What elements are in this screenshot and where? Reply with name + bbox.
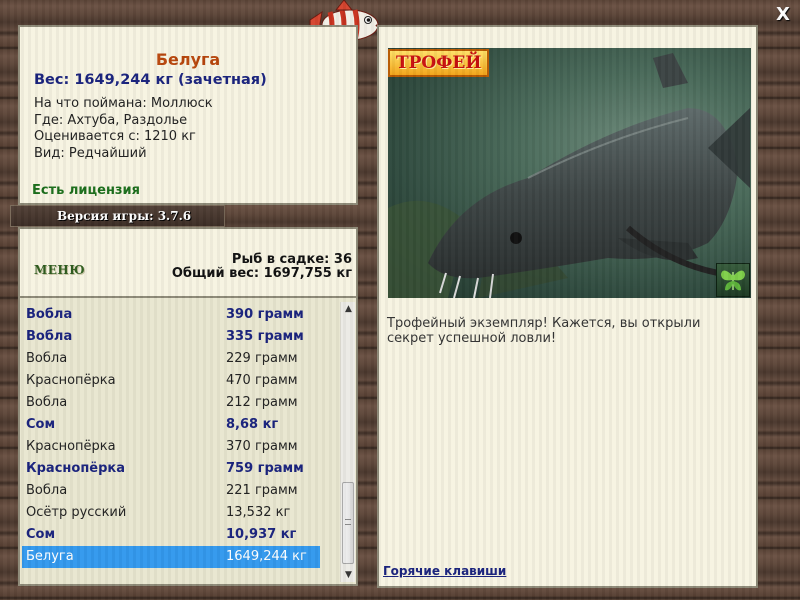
fish-weight: Вес: 1649,244 кг (зачетная) — [34, 72, 267, 88]
catch-list-item[interactable]: Белуга 1649,244 кг — [22, 546, 320, 568]
catch-fish-name: Краснопёрка — [26, 373, 116, 388]
butterfly-icon — [721, 270, 745, 291]
catch-fish-weight: 212 грамм — [226, 395, 298, 410]
catch-list-item[interactable]: Сом 8,68 кг — [22, 414, 320, 436]
hotkeys-link[interactable]: Горячие клавиши — [383, 564, 506, 578]
total-weight: Общий вес: 1697,755 кг — [171, 266, 352, 281]
catch-list-item[interactable]: Вобла 390 грамм — [22, 304, 320, 326]
catch-list-item[interactable]: Вобла 221 грамм — [22, 480, 320, 502]
catch-fish-name: Осётр русский — [26, 505, 127, 520]
catch-list-item[interactable]: Краснопёрка 470 грамм — [22, 370, 320, 392]
catch-fish-weight: 759 грамм — [226, 461, 304, 476]
catch-fish-weight: 13,532 кг — [226, 505, 291, 520]
catch-fish-weight: 8,68 кг — [226, 417, 279, 432]
thumb-grip-icon — [345, 519, 351, 525]
catch-fish-weight: 370 грамм — [226, 439, 298, 454]
fish-photo: ТРОФЕЙ — [388, 48, 751, 298]
catch-fish-weight: 229 грамм — [226, 351, 298, 366]
location-text: Где: Ахтуба, Раздолье — [34, 112, 188, 128]
catch-fish-weight: 335 грамм — [226, 329, 304, 344]
catch-list-item[interactable]: Осётр русский 13,532 кг — [22, 502, 320, 524]
catch-fish-name: Вобла — [26, 483, 68, 498]
beluga-image — [388, 53, 750, 298]
catch-stats: Рыб в садке: 36 Общий вес: 1697,755 кг — [172, 253, 352, 281]
catch-fish-weight: 1649,244 кг — [226, 549, 307, 564]
fish-detail-panel: ТРОФЕЙ Трофейный экземпляр! Кажется, вы … — [377, 25, 758, 588]
trophy-description: Трофейный экземпляр! Кажется, вы открыли… — [387, 316, 701, 346]
catch-list-item[interactable]: Сом 10,937 кг — [22, 524, 320, 546]
fish-details: На что поймана: Моллюск Где: Ахтуба, Раз… — [34, 96, 213, 162]
estimated-text: Оценивается с: 1210 кг — [34, 129, 196, 144]
fish-title: Белуга — [155, 50, 221, 69]
catch-fish-name: Вобла — [26, 307, 73, 322]
catch-fish-name: Вобла — [26, 351, 68, 366]
close-button[interactable]: X — [772, 4, 794, 26]
menu-button[interactable]: МЕНЮ — [34, 263, 85, 277]
catch-list-panel: Вобла 390 грамм Вобла 335 грамм Вобла 229 гра… — [18, 296, 358, 586]
catch-list-item[interactable]: Вобла 212 грамм — [22, 392, 320, 414]
rarity-text: Вид: Редчайший — [34, 145, 147, 161]
catch-fish-weight: 470 грамм — [226, 373, 298, 388]
catch-fish-name: Краснопёрка — [26, 439, 116, 454]
caught-on-text: На что поймана: Моллюск — [34, 96, 213, 111]
catch-list-item[interactable]: Краснопёрка 370 грамм — [22, 436, 320, 458]
catch-list-item[interactable]: Краснопёрка 759 грамм — [22, 458, 320, 480]
scroll-thumb[interactable] — [342, 482, 354, 564]
stats-panel: МЕНЮ Рыб в садке: 36 Общий вес: 1697,755… — [18, 227, 358, 297]
catch-list-item[interactable]: Вобла 229 грамм — [22, 348, 320, 370]
catch-fish-name: Сом — [26, 527, 56, 542]
catch-fish-weight: 390 грамм — [226, 307, 304, 322]
list-scrollbar[interactable]: ▲ ▼ — [340, 302, 355, 582]
license-status: Есть лицензия — [32, 183, 140, 198]
catch-fish-name: Сом — [26, 417, 56, 432]
catch-fish-weight: 10,937 кг — [226, 527, 297, 542]
catch-list-item[interactable]: Вобла 335 грамм — [22, 326, 320, 348]
trophy-badge: ТРОФЕЙ — [388, 49, 490, 77]
catch-fish-name: Вобла — [26, 329, 73, 344]
butterfly-button[interactable] — [716, 263, 750, 297]
catch-fish-weight: 221 грамм — [226, 483, 298, 498]
game-version: Версия игры: 3.7.6 — [10, 205, 225, 227]
scroll-down-icon[interactable]: ▼ — [341, 568, 356, 582]
fish-info-panel: Белуга Вес: 1649,244 кг (зачетная) На чт… — [18, 25, 358, 205]
scroll-up-icon[interactable]: ▲ — [341, 302, 356, 316]
catch-fish-name: Белуга — [26, 549, 74, 564]
catch-fish-name: Вобла — [26, 395, 68, 410]
fish-count: Рыб в садке: 36 — [231, 252, 352, 267]
catch-fish-name: Краснопёрка — [26, 461, 126, 476]
catch-list: Вобла 390 грамм Вобла 335 грамм Вобла 229 гра… — [22, 304, 320, 568]
